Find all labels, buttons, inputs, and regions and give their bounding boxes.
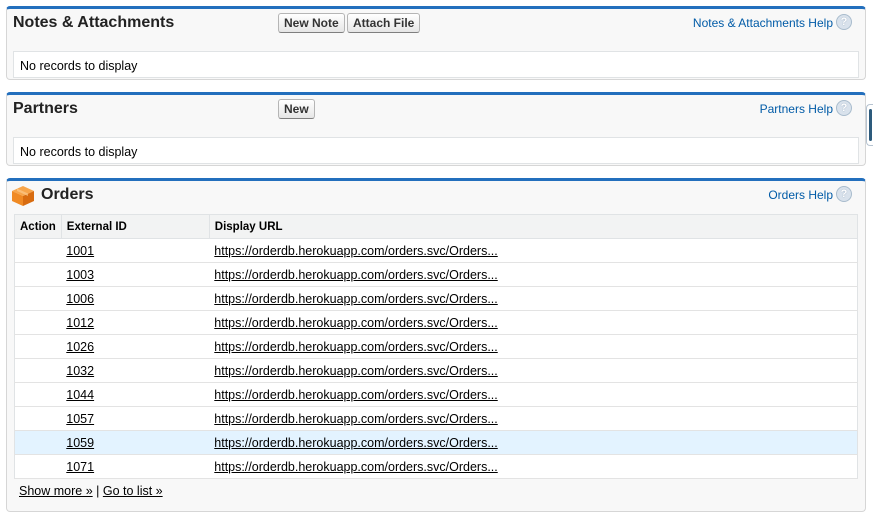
external-id-link[interactable]: 1057: [66, 412, 94, 426]
orders-panel-header: Orders Orders Help ?: [7, 181, 865, 213]
row-action-cell: [14, 382, 62, 407]
display-url-link[interactable]: https://orderdb.herokuapp.com/orders.svc…: [214, 436, 497, 450]
show-more-link[interactable]: Show more »: [19, 484, 93, 498]
row-action-cell: [14, 430, 62, 455]
external-id-cell: 1026: [61, 334, 210, 359]
external-id-cell: 1032: [61, 358, 210, 383]
external-id-link[interactable]: 1071: [66, 460, 94, 474]
sidebar-toggle-handle[interactable]: [866, 104, 873, 146]
row-action-cell: [14, 238, 62, 263]
external-id-cell: 1059: [61, 430, 210, 455]
display-url-link[interactable]: https://orderdb.herokuapp.com/orders.svc…: [214, 292, 497, 306]
partners-panel-header: Partners New Partners Help ?: [7, 95, 865, 127]
notes-panel-header: Notes & Attachments New Note Attach File…: [7, 9, 865, 41]
table-row: 1026 https://orderdb.herokuapp.com/orders…: [14, 334, 858, 359]
table-row: 1001 https://orderdb.herokuapp.com/orders…: [14, 238, 858, 263]
row-action-cell: [14, 358, 62, 383]
display-url-link[interactable]: https://orderdb.herokuapp.com/orders.svc…: [214, 268, 497, 282]
external-id-cell: 1003: [61, 262, 210, 287]
orders-footer-links: Show more » | Go to list »: [19, 484, 163, 498]
table-row: 1006 https://orderdb.herokuapp.com/orders…: [14, 286, 858, 311]
display-url-link[interactable]: https://orderdb.herokuapp.com/orders.svc…: [214, 388, 497, 402]
help-icon[interactable]: ?: [836, 14, 852, 30]
external-id-cell: 1071: [61, 454, 210, 479]
column-header-display-url: Display URL: [209, 214, 858, 239]
display-url-link[interactable]: https://orderdb.herokuapp.com/orders.svc…: [214, 412, 497, 426]
partners-panel: Partners New Partners Help ? No records …: [6, 92, 866, 166]
external-id-link[interactable]: 1012: [66, 316, 94, 330]
orders-box-icon: [12, 186, 34, 206]
orders-panel-title: Orders: [41, 186, 94, 203]
partners-panel-title: Partners: [13, 100, 78, 117]
row-action-cell: [14, 406, 62, 431]
external-id-link[interactable]: 1003: [66, 268, 94, 282]
display-url-cell: https://orderdb.herokuapp.com/orders.svc…: [209, 382, 858, 407]
display-url-cell: https://orderdb.herokuapp.com/orders.svc…: [209, 406, 858, 431]
external-id-cell: 1044: [61, 382, 210, 407]
footer-separator: |: [96, 484, 100, 498]
orders-table: Action External ID Display URL 1001 https…: [14, 214, 858, 479]
external-id-link[interactable]: 1026: [66, 340, 94, 354]
display-url-cell: https://orderdb.herokuapp.com/orders.svc…: [209, 310, 858, 335]
row-action-cell: [14, 286, 62, 311]
row-action-cell: [14, 334, 62, 359]
external-id-link[interactable]: 1032: [66, 364, 94, 378]
external-id-link[interactable]: 1006: [66, 292, 94, 306]
table-row: 1012 https://orderdb.herokuapp.com/orders…: [14, 310, 858, 335]
display-url-link[interactable]: https://orderdb.herokuapp.com/orders.svc…: [214, 244, 497, 258]
new-note-button[interactable]: New Note: [278, 13, 345, 33]
help-icon[interactable]: ?: [836, 186, 852, 202]
orders-help-link[interactable]: Orders Help: [768, 188, 833, 202]
table-row: 1057 https://orderdb.herokuapp.com/orders…: [14, 406, 858, 431]
external-id-cell: 1012: [61, 310, 210, 335]
external-id-cell: 1006: [61, 286, 210, 311]
help-icon[interactable]: ?: [836, 100, 852, 116]
orders-table-body: 1001 https://orderdb.herokuapp.com/orders…: [14, 238, 858, 479]
table-header-row: Action External ID Display URL: [14, 214, 858, 239]
orders-panel: Orders Orders Help ? Action External ID …: [6, 178, 866, 512]
display-url-link[interactable]: https://orderdb.herokuapp.com/orders.svc…: [214, 316, 497, 330]
display-url-cell: https://orderdb.herokuapp.com/orders.svc…: [209, 358, 858, 383]
table-row: 1059 https://orderdb.herokuapp.com/orders…: [14, 430, 858, 455]
table-row: 1071 https://orderdb.herokuapp.com/orders…: [14, 454, 858, 479]
display-url-cell: https://orderdb.herokuapp.com/orders.svc…: [209, 334, 858, 359]
table-row: 1032 https://orderdb.herokuapp.com/orders…: [14, 358, 858, 383]
notes-panel-title: Notes & Attachments: [13, 14, 175, 31]
external-id-link[interactable]: 1059: [66, 436, 94, 450]
table-row: 1003 https://orderdb.herokuapp.com/orders…: [14, 262, 858, 287]
notes-empty-message: No records to display: [13, 51, 859, 78]
row-action-cell: [14, 262, 62, 287]
notes-attachments-panel: Notes & Attachments New Note Attach File…: [6, 6, 866, 80]
display-url-cell: https://orderdb.herokuapp.com/orders.svc…: [209, 262, 858, 287]
display-url-cell: https://orderdb.herokuapp.com/orders.svc…: [209, 286, 858, 311]
external-id-cell: 1001: [61, 238, 210, 263]
external-id-link[interactable]: 1044: [66, 388, 94, 402]
row-action-cell: [14, 310, 62, 335]
display-url-link[interactable]: https://orderdb.herokuapp.com/orders.svc…: [214, 364, 497, 378]
external-id-link[interactable]: 1001: [66, 244, 94, 258]
display-url-cell: https://orderdb.herokuapp.com/orders.svc…: [209, 430, 858, 455]
display-url-cell: https://orderdb.herokuapp.com/orders.svc…: [209, 238, 858, 263]
display-url-link[interactable]: https://orderdb.herokuapp.com/orders.svc…: [214, 340, 497, 354]
attach-file-button[interactable]: Attach File: [347, 13, 421, 33]
notes-help-link[interactable]: Notes & Attachments Help: [693, 16, 833, 30]
display-url-cell: https://orderdb.herokuapp.com/orders.svc…: [209, 454, 858, 479]
column-header-external-id: External ID: [61, 214, 210, 239]
partners-empty-message: No records to display: [13, 137, 859, 164]
partners-help-link[interactable]: Partners Help: [760, 102, 833, 116]
row-action-cell: [14, 454, 62, 479]
column-header-action: Action: [14, 214, 62, 239]
new-partner-button[interactable]: New: [278, 99, 315, 119]
go-to-list-link[interactable]: Go to list »: [103, 484, 163, 498]
external-id-cell: 1057: [61, 406, 210, 431]
display-url-link[interactable]: https://orderdb.herokuapp.com/orders.svc…: [214, 460, 497, 474]
table-row: 1044 https://orderdb.herokuapp.com/orders…: [14, 382, 858, 407]
